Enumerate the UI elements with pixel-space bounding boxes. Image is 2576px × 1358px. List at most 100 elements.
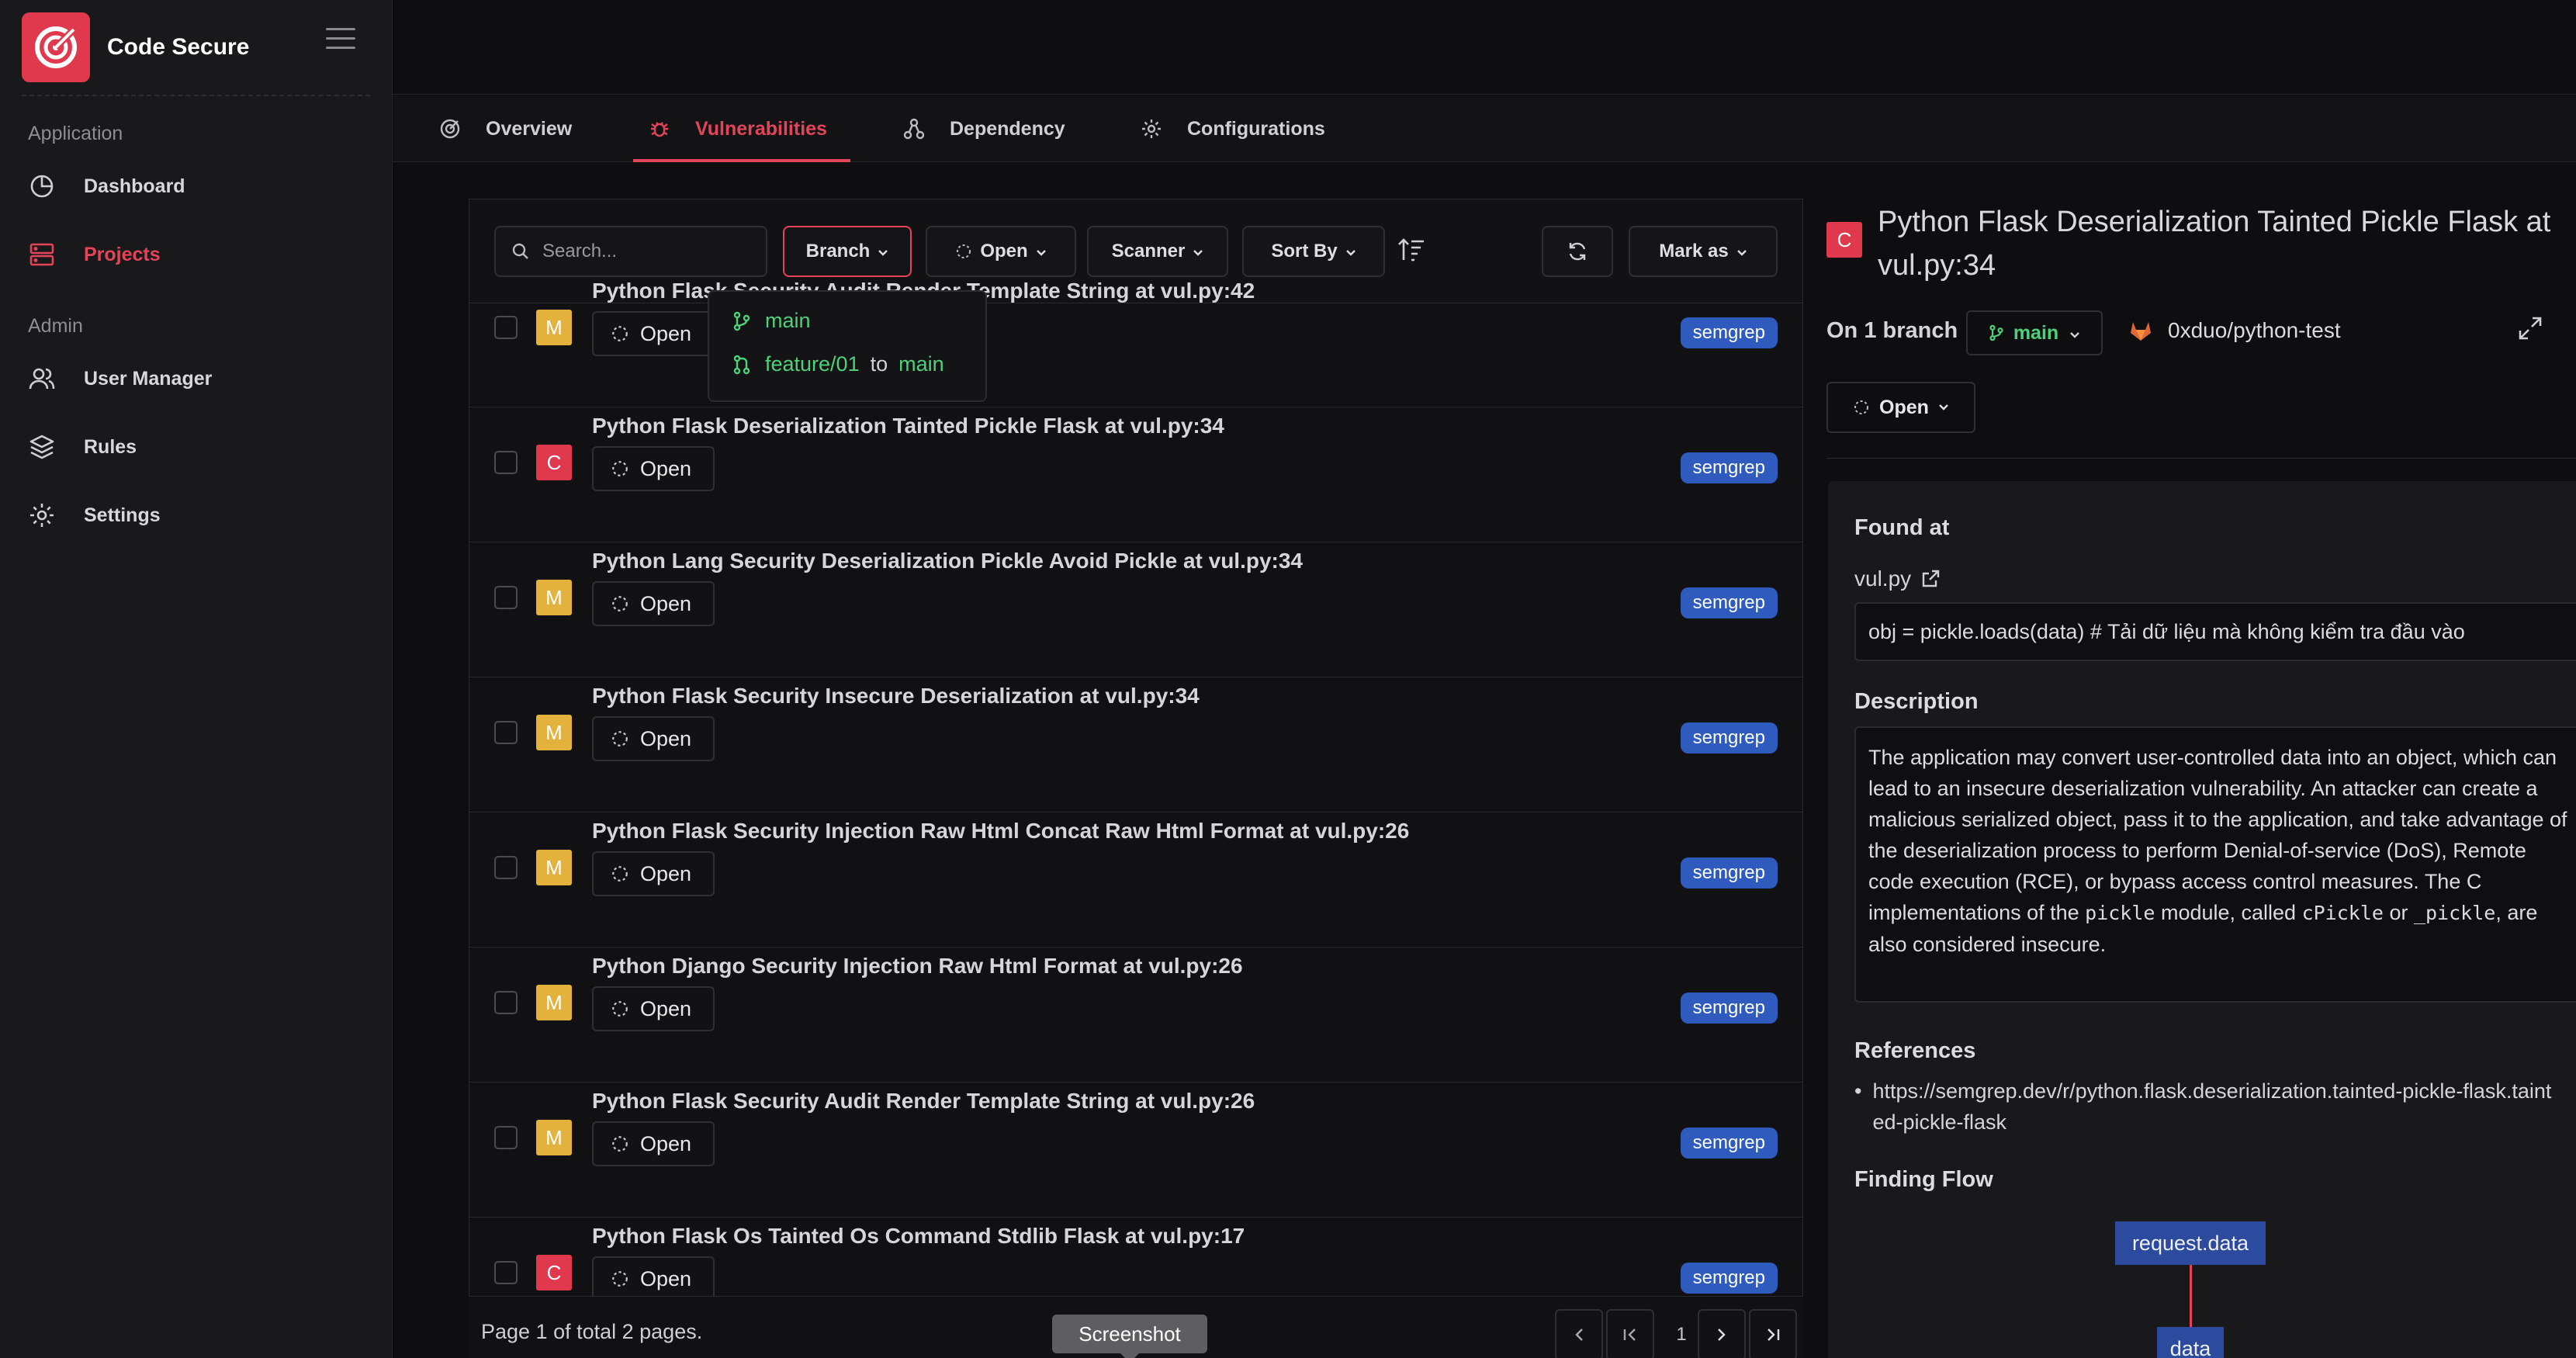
chevron-down-icon <box>1036 241 1047 262</box>
status-label: Open <box>640 1266 692 1290</box>
scanner-badge: semgrep <box>1680 317 1778 348</box>
refresh-button[interactable] <box>1542 226 1613 277</box>
row-checkbox[interactable] <box>494 316 518 339</box>
tab-dependency[interactable]: Dependency <box>902 95 1065 162</box>
status-button[interactable]: Open <box>592 581 715 626</box>
git-merge-icon <box>732 355 751 375</box>
repository-name: 0xduo/python-test <box>2168 318 2341 342</box>
scanner-badge: semgrep <box>1680 1128 1778 1159</box>
status-filter-button[interactable]: Open <box>926 226 1076 277</box>
repository-link[interactable]: 0xduo/python-test <box>2129 318 2341 343</box>
tab-label: Configurations <box>1187 117 1325 140</box>
sidebar-item-rules[interactable]: Rules <box>28 433 137 461</box>
chevron-down-icon <box>1345 241 1356 262</box>
file-link[interactable]: vul.py <box>1854 566 1941 591</box>
row-checkbox[interactable] <box>494 451 518 474</box>
sidebar-item-user-manager[interactable]: User Manager <box>28 365 212 393</box>
branch-option-main[interactable]: main <box>732 309 811 333</box>
finding-row[interactable]: M Python Django Security Injection Raw H… <box>469 947 1802 1083</box>
status-button[interactable]: Open <box>592 1121 715 1166</box>
search-input[interactable] <box>542 241 760 262</box>
severity-badge: C <box>536 445 572 480</box>
finding-title[interactable]: Python Lang Security Deserialization Pic… <box>592 549 1303 573</box>
tab-overview[interactable]: Overview <box>438 95 572 162</box>
sidebar-item-settings[interactable]: Settings <box>28 501 161 529</box>
search-box <box>494 226 767 277</box>
status-button[interactable]: Open <box>592 1256 715 1301</box>
sidebar-item-dashboard[interactable]: Dashboard <box>28 172 185 200</box>
status-button[interactable]: Open <box>592 986 715 1031</box>
branch-selector-label: main <box>2013 321 2059 344</box>
row-checkbox[interactable] <box>494 991 518 1014</box>
row-checkbox[interactable] <box>494 1261 518 1284</box>
finding-title[interactable]: Python Flask Security Audit Render Templ… <box>592 1089 1255 1114</box>
sort-order-icon[interactable] <box>1397 237 1425 267</box>
finding-row[interactable]: C Python Flask Deserialization Tainted P… <box>469 407 1802 542</box>
gear-icon <box>28 501 56 529</box>
flow-node-source[interactable]: request.data <box>2115 1221 2266 1265</box>
mark-as-button[interactable]: Mark as <box>1629 226 1778 277</box>
source-branch-label: feature/01 <box>765 352 860 376</box>
scanner-badge: semgrep <box>1680 452 1778 483</box>
finding-title[interactable]: Python Django Security Injection Raw Htm… <box>592 954 1243 979</box>
menu-toggle-icon[interactable] <box>326 28 355 51</box>
status-label: Open <box>640 726 692 750</box>
scanner-badge: semgrep <box>1680 857 1778 889</box>
severity-badge: M <box>536 715 572 750</box>
finding-title[interactable]: Python Flask Security Injection Raw Html… <box>592 819 1409 844</box>
scanner-filter-button[interactable]: Scanner <box>1087 226 1228 277</box>
layers-icon <box>28 433 56 461</box>
finding-row[interactable]: M Python Flask Security Injection Raw Ht… <box>469 812 1802 947</box>
brand[interactable]: Code Secure <box>22 12 249 82</box>
row-checkbox[interactable] <box>494 1126 518 1149</box>
git-branch-icon <box>732 311 751 331</box>
sidebar-item-label: Rules <box>84 435 137 458</box>
status-open-icon <box>611 324 629 343</box>
status-button[interactable]: Open <box>592 851 715 896</box>
bug-icon <box>647 116 672 141</box>
row-checkbox[interactable] <box>494 721 518 744</box>
finding-row[interactable]: M Python Lang Security Deserialization P… <box>469 542 1802 677</box>
tab-configurations[interactable]: Configurations <box>1139 95 1325 162</box>
last-page-button[interactable] <box>1749 1309 1797 1358</box>
status-dropdown[interactable]: Open <box>1826 382 1975 433</box>
status-button[interactable]: Open <box>592 311 715 356</box>
flow-node-sink[interactable]: data <box>2157 1327 2224 1358</box>
code-snippet: obj = pickle.loads(data) # Tải dữ liệu m… <box>1854 602 2576 661</box>
top-bar <box>393 0 2576 95</box>
first-page-button[interactable] <box>1606 1309 1654 1358</box>
status-label: Open <box>1879 396 1929 418</box>
sidebar-item-projects[interactable]: Projects <box>28 241 161 268</box>
reference-item[interactable]: • https://semgrep.dev/r/python.flask.des… <box>1854 1076 2553 1138</box>
next-page-button[interactable] <box>1698 1309 1746 1358</box>
status-button[interactable]: Open <box>592 716 715 761</box>
branch-option-label: main <box>765 309 811 332</box>
finding-row[interactable]: M Python Flask Security Insecure Deseria… <box>469 677 1802 812</box>
finding-flow-heading: Finding Flow <box>1854 1167 1993 1192</box>
last-page-icon <box>1765 1328 1781 1342</box>
finding-row[interactable]: M Python Flask Security Audit Render Tem… <box>469 272 1802 407</box>
expand-icon[interactable] <box>2517 315 2543 345</box>
prev-page-button[interactable] <box>1555 1309 1603 1358</box>
sidebar-section-admin: Admin <box>28 315 83 337</box>
row-checkbox[interactable] <box>494 856 518 879</box>
branch-selector[interactable]: main <box>1966 310 2103 355</box>
reference-link[interactable]: https://semgrep.dev/r/python.flask.deser… <box>1872 1076 2553 1138</box>
branch-filter-button[interactable]: Branch <box>783 226 912 277</box>
tab-label: Vulnerabilities <box>695 117 827 140</box>
finding-title[interactable]: Python Flask Deserialization Tainted Pic… <box>592 414 1224 438</box>
row-checkbox[interactable] <box>494 586 518 609</box>
sidebar-item-label: Dashboard <box>84 175 185 197</box>
chevron-down-icon <box>1938 404 1949 411</box>
sort-by-button[interactable]: Sort By <box>1242 226 1385 277</box>
status-button[interactable]: Open <box>592 446 715 491</box>
sidebar: Code Secure Application Dashboard Projec… <box>0 0 393 1358</box>
branch-option-merge-request[interactable]: feature/01 to main <box>732 352 944 376</box>
tab-vulnerabilities[interactable]: Vulnerabilities <box>633 95 850 162</box>
severity-badge: M <box>536 1120 572 1155</box>
finding-title[interactable]: Python Flask Os Tainted Os Command Stdli… <box>592 1224 1245 1249</box>
finding-title[interactable]: Python Flask Security Insecure Deseriali… <box>592 684 1200 708</box>
first-page-icon <box>1622 1328 1638 1342</box>
flow-connector <box>2190 1265 2192 1327</box>
finding-row[interactable]: M Python Flask Security Audit Render Tem… <box>469 1083 1802 1218</box>
